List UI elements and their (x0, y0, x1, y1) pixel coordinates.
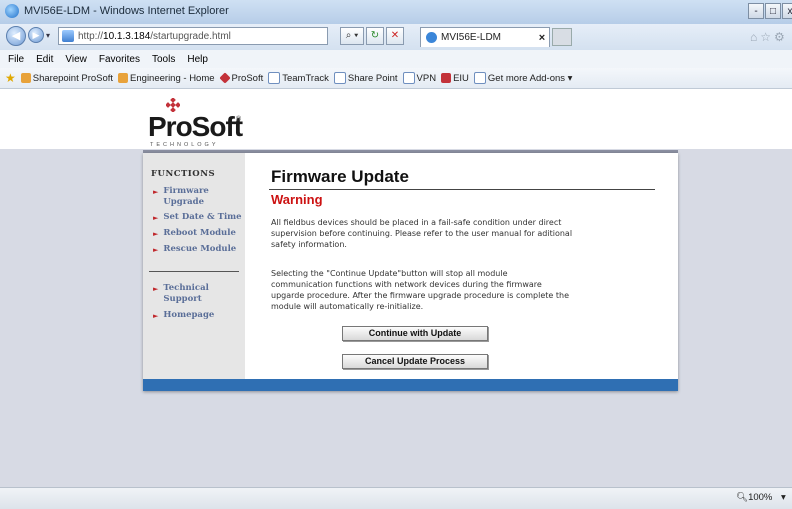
sidebar-divider (149, 271, 239, 272)
star-icon: ★ (5, 71, 16, 85)
status-bar: 🔍︎100% ▾ (0, 487, 792, 509)
favorite-sharepoint-prosoft[interactable]: Sharepoint ProSoft (20, 73, 113, 84)
favorite-teamtrack[interactable]: TeamTrack (268, 72, 329, 84)
zoom-dropdown-icon[interactable]: ▾ (781, 492, 786, 503)
sidebar-link-set-date-time[interactable]: ► Set Date & Time (153, 212, 243, 224)
arrow-right-icon: ► (153, 213, 159, 222)
arrow-right-icon: ► (153, 187, 159, 196)
url-path: /startupgrade.html (150, 30, 231, 42)
favorite-prosoft[interactable]: ProSoft (218, 72, 263, 84)
favorite-icon (20, 73, 31, 83)
favorites-bar: ★ Sharepoint ProSoft Engineering - Home … (0, 68, 792, 89)
menu-tools[interactable]: Tools (152, 54, 175, 65)
tab-title: MVI56E-LDM (441, 32, 502, 43)
logo-tagline: TECHNOLOGY (150, 142, 219, 148)
forward-button[interactable]: ▶ (28, 27, 44, 43)
favorite-eiu[interactable]: EIU (441, 73, 469, 84)
warning-heading: Warning (271, 192, 323, 207)
logo-wordmark: ProSoft (148, 111, 243, 142)
menu-bar: File Edit View Favorites Tools Help (0, 50, 792, 69)
menu-favorites[interactable]: Favorites (99, 54, 140, 65)
favorite-share-point[interactable]: Share Point (333, 72, 398, 84)
arrow-right-icon: ► (153, 245, 159, 254)
page-viewport: ProSoft ® TECHNOLOGY FUNCTIONS ► Firmware… (0, 89, 792, 487)
favorite-icon (402, 72, 415, 84)
sidebar-link-technical-support[interactable]: ► Technical Support (153, 283, 243, 305)
page-icon (62, 30, 74, 42)
toolbar-icons: ⌂☆⚙ (750, 30, 788, 44)
address-row: ◀ ▶ ▾ http://10.1.3.184/startupgrade.htm… (0, 24, 792, 51)
continue-update-button[interactable]: Continue with Update (342, 326, 488, 341)
title-divider (269, 189, 655, 190)
arrow-right-icon: ► (153, 311, 159, 320)
favorite-icon (473, 72, 486, 84)
window-controls: - □ x (748, 3, 792, 20)
sidebar-link-rescue-module[interactable]: ► Rescue Module (153, 244, 243, 256)
home-icon[interactable]: ⌂ (750, 30, 760, 44)
prosoft-diamond-icon (166, 98, 180, 112)
cancel-update-button[interactable]: Cancel Update Process (342, 354, 488, 369)
maximize-button[interactable]: □ (765, 3, 781, 19)
search-dropdown-button[interactable]: ⌕ ▾ (340, 27, 364, 45)
favorite-icon (268, 72, 281, 84)
logo-registered: ® (236, 116, 242, 123)
window-title: MVI56E-LDM - Windows Internet Explorer (24, 5, 229, 17)
favorite-icon (118, 73, 129, 83)
internet-explorer-icon (5, 4, 19, 18)
zoom-control[interactable]: 🔍︎100% ▾ (736, 492, 786, 503)
main-card: FUNCTIONS ► Firmware Upgrade ► Set Date & … (143, 153, 678, 391)
banner: ProSoft ® TECHNOLOGY (0, 89, 792, 149)
tab-close-icon[interactable]: × (535, 32, 549, 44)
address-bar[interactable]: http://10.1.3.184/startupgrade.html (58, 27, 328, 45)
tab-page-icon (426, 32, 437, 43)
card-footer-bar (143, 379, 678, 391)
back-button[interactable]: ◀ (6, 26, 26, 46)
zoom-level: 100% (748, 492, 773, 503)
arrow-right-icon: ► (153, 229, 159, 238)
update-info-paragraph: Selecting the "Continue Update"button wi… (271, 269, 569, 311)
minimize-button[interactable]: - (748, 3, 764, 19)
menu-view[interactable]: View (65, 54, 87, 65)
functions-heading: FUNCTIONS (151, 169, 216, 179)
sidebar-link-reboot-module[interactable]: ► Reboot Module (153, 228, 243, 240)
functions-sidebar: FUNCTIONS ► Firmware Upgrade ► Set Date & … (143, 153, 245, 379)
sidebar-link-firmware-upgrade[interactable]: ► Firmware Upgrade (153, 186, 243, 208)
content-panel: Firmware Update Warning All fieldbus dev… (245, 153, 678, 379)
history-dropdown-icon[interactable]: ▾ (46, 31, 50, 40)
favorites-star-button[interactable]: ★ (5, 71, 16, 85)
menu-edit[interactable]: Edit (36, 54, 53, 65)
prosoft-logo: ProSoft ® TECHNOLOGY (146, 98, 256, 148)
refresh-button[interactable]: ↻ (366, 27, 384, 45)
favorite-engineering-home[interactable]: Engineering - Home (118, 73, 215, 84)
sidebar-link-homepage[interactable]: ► Homepage (153, 310, 243, 322)
favorite-vpn[interactable]: VPN (402, 72, 436, 84)
favorite-icon (333, 72, 346, 84)
url-prefix: http:// (78, 30, 104, 42)
close-button[interactable]: x (782, 3, 792, 19)
gear-icon[interactable]: ⚙ (774, 30, 788, 44)
zoom-icon: 🔍︎ (736, 492, 749, 503)
menu-file[interactable]: File (8, 54, 24, 65)
new-tab-button[interactable] (552, 28, 572, 46)
arrow-right-icon: ► (153, 284, 159, 293)
stop-button[interactable]: ✕ (386, 27, 404, 45)
page-title: Firmware Update (271, 167, 409, 186)
prosoft-icon (218, 72, 231, 84)
url-host: 10.1.3.184 (103, 30, 151, 42)
window-title-bar: MVI56E-LDM - Windows Internet Explorer -… (0, 0, 792, 25)
menu-help[interactable]: Help (187, 54, 208, 65)
favorite-icon (441, 73, 452, 83)
favorite-get-more-addons[interactable]: Get more Add-ons ▾ (473, 72, 572, 84)
favorites-star-icon[interactable]: ☆ (760, 30, 774, 44)
safety-paragraph: All fieldbus devices should be placed in… (271, 218, 573, 249)
tab-mvi56e-ldm[interactable]: MVI56E-LDM × (420, 27, 550, 47)
